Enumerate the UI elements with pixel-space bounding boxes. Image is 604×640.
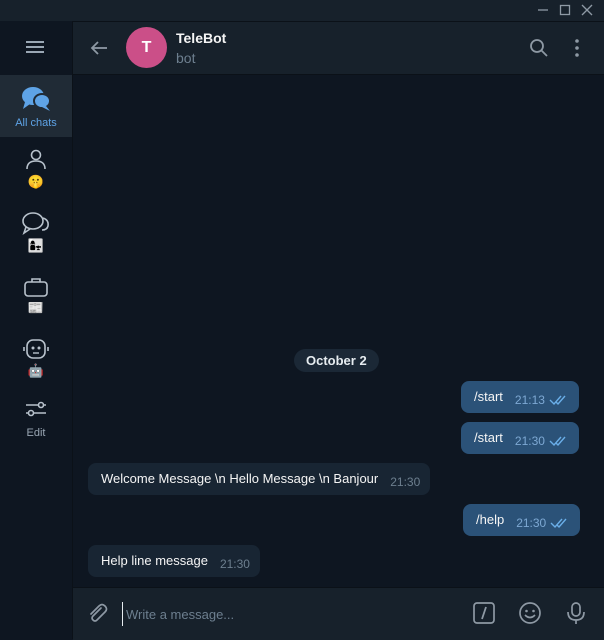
message-bubble-incoming[interactable]: Welcome Message \n Hello Message \n Banj… — [88, 463, 431, 495]
folder-all-chats[interactable]: All chats — [0, 75, 72, 137]
folder-personal[interactable]: 🤫 — [0, 145, 72, 195]
chat-header: T TeleBot bot — [73, 22, 604, 75]
robot-icon — [0, 337, 72, 366]
message-input[interactable] — [122, 602, 458, 626]
person-icon — [0, 149, 72, 176]
message-text: Welcome Message \n Hello Message \n Banj… — [101, 471, 379, 486]
chat-bubbles-icon — [0, 211, 72, 240]
newspaper-emoji-icon: 📰 — [27, 301, 45, 316]
message-time: 21:30 — [219, 557, 250, 571]
message-time: 21:30 — [390, 475, 421, 489]
robot-emoji-icon: 🤖 — [27, 364, 45, 379]
more-vertical-icon[interactable] — [567, 38, 587, 58]
message-bubble-outgoing[interactable]: /start 21:30 — [461, 422, 579, 454]
shushing-emoji-icon: 🤫 — [27, 175, 45, 190]
message-time: 21:13 — [514, 393, 545, 407]
briefcase-icon — [0, 276, 72, 303]
close-icon[interactable] — [579, 3, 595, 17]
folder-label: All chats — [15, 117, 57, 129]
message-time: 21:30 — [514, 434, 545, 448]
message-bubble-outgoing[interactable]: /help 21:30 — [463, 504, 581, 536]
search-icon[interactable] — [529, 38, 549, 58]
sliders-icon — [0, 399, 72, 424]
edit-folders-button[interactable]: Edit — [0, 397, 72, 443]
bot-commands-icon[interactable] — [472, 601, 496, 625]
family-emoji-icon: 👩‍👧 — [27, 239, 45, 254]
folder-label: Edit — [26, 427, 46, 439]
message-text: /start — [474, 430, 503, 445]
message-text: Help line message — [101, 553, 208, 568]
emoji-smile-icon[interactable] — [518, 601, 542, 625]
message-bubble-incoming[interactable]: Help line message 21:30 — [88, 545, 260, 577]
maximize-icon[interactable] — [557, 3, 573, 17]
message-composer — [73, 587, 604, 640]
chat-subtitle: bot — [176, 50, 196, 66]
chat-title[interactable]: TeleBot — [176, 30, 226, 46]
minimize-icon[interactable] — [535, 3, 551, 17]
folder-bots[interactable]: 🤖 — [0, 333, 72, 385]
message-text: /help — [476, 512, 505, 527]
message-history[interactable]: October 2 /start 21:13 /start 21:30 Welcom… — [73, 75, 604, 586]
paperclip-icon[interactable] — [85, 601, 109, 625]
folders-sidebar: All chats 🤫 👩‍👧 📰 — [0, 21, 73, 639]
hamburger-icon[interactable] — [24, 39, 48, 57]
avatar[interactable]: T — [126, 27, 167, 68]
microphone-icon[interactable] — [564, 601, 588, 625]
back-arrow-icon[interactable] — [89, 38, 109, 58]
message-text: /start — [474, 389, 503, 404]
folder-work[interactable]: 📰 — [0, 271, 72, 321]
message-time: 21:30 — [516, 516, 547, 530]
double-check-icon — [550, 509, 570, 541]
date-separator: October 2 — [294, 349, 379, 372]
double-check-icon — [549, 386, 569, 418]
double-check-icon — [549, 427, 569, 459]
window-titlebar — [0, 0, 604, 22]
chats-icon — [0, 85, 72, 118]
message-bubble-outgoing[interactable]: /start 21:13 — [461, 381, 579, 413]
folder-groups[interactable]: 👩‍👧 — [0, 207, 72, 259]
